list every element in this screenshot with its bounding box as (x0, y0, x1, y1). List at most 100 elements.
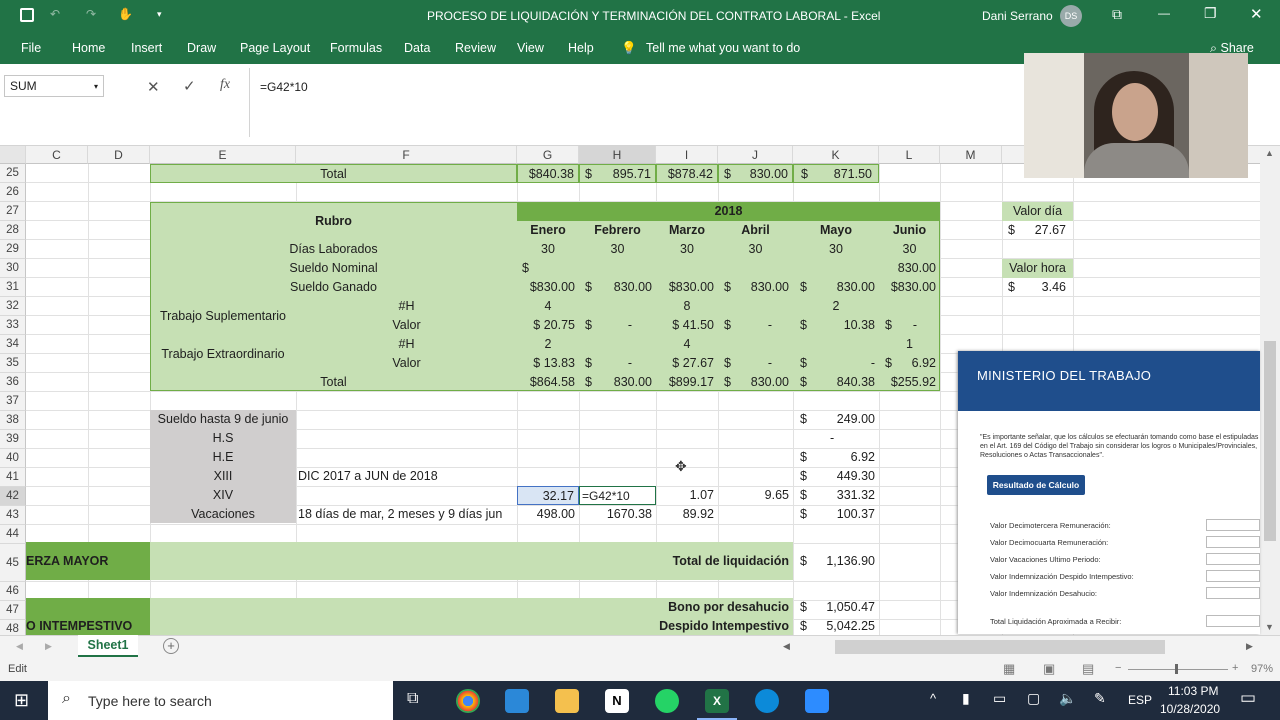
row-header[interactable]: 33 (0, 316, 26, 335)
volume-icon[interactable]: 🔈 (1059, 690, 1076, 707)
cell[interactable]: 1,136.90 (815, 542, 879, 580)
add-sheet-icon[interactable]: + (163, 638, 179, 654)
cell[interactable]: $ (800, 316, 812, 335)
cell[interactable]: $ (800, 410, 812, 429)
cell[interactable]: 1670.38 (579, 505, 656, 524)
row-header[interactable]: 32 (0, 297, 26, 316)
row-label[interactable]: H.S (150, 429, 296, 448)
cell[interactable]: $ (585, 316, 597, 335)
col-header[interactable]: H (579, 146, 656, 164)
cell[interactable]: 30 (517, 240, 579, 259)
cell[interactable]: $899.17 (656, 373, 718, 392)
bono-label[interactable]: Bono por desahucio (600, 598, 793, 617)
cell[interactable]: 830.00 (600, 278, 656, 297)
close-icon[interactable]: ✕ (1250, 5, 1263, 23)
cell[interactable]: 27.67 (1020, 221, 1070, 240)
row-header[interactable]: 30 (0, 259, 26, 278)
cell[interactable]: 2 (793, 297, 879, 316)
cell[interactable]: - (620, 316, 640, 335)
cell[interactable]: $ (885, 316, 897, 335)
cell[interactable]: $864.58 (517, 373, 579, 392)
row-header[interactable]: 45 (0, 544, 26, 582)
cell[interactable]: 331.32 (815, 486, 879, 505)
cell[interactable]: $ (800, 467, 812, 486)
zoom-out-icon[interactable]: − (1115, 662, 1121, 674)
col-header[interactable]: G (517, 146, 579, 164)
row-header[interactable]: 27 (0, 202, 26, 221)
excel-icon[interactable]: X (705, 689, 729, 713)
valor-label[interactable]: Valor (296, 316, 517, 335)
row-header[interactable]: 40 (0, 449, 26, 468)
row-label[interactable]: H.E (150, 448, 296, 467)
total-label[interactable]: Total (150, 373, 517, 392)
mail-icon[interactable] (505, 689, 529, 713)
cell[interactable]: $895.71 (579, 164, 656, 183)
col-header[interactable]: D (88, 146, 150, 164)
cell[interactable]: $ (800, 373, 812, 392)
cell[interactable]: 9.65 (718, 486, 793, 505)
cell[interactable]: $ 27.67 (656, 354, 718, 373)
cell[interactable]: 4 (656, 335, 718, 354)
cell[interactable]: 30 (579, 240, 656, 259)
cell[interactable]: 3.46 (1020, 278, 1070, 297)
row-header[interactable]: 34 (0, 335, 26, 354)
hours-label[interactable]: #H (296, 297, 517, 316)
tab-home[interactable]: Home (72, 41, 105, 55)
cell[interactable]: $830.00 (517, 278, 579, 297)
row-header[interactable]: 42 (0, 487, 26, 506)
col-header[interactable]: J (718, 146, 793, 164)
enter-icon[interactable]: ✓ (183, 77, 196, 95)
vertical-scrollbar[interactable]: ▲ ▼ (1260, 146, 1280, 635)
tab-data[interactable]: Data (404, 41, 430, 55)
cell[interactable]: $ (1008, 221, 1020, 240)
avatar[interactable]: DS (1060, 5, 1082, 27)
valor-hora-label[interactable]: Valor hora (1002, 259, 1073, 278)
cell[interactable]: 830.00 (600, 373, 656, 392)
total-liquidacion-label[interactable]: Total de liquidación (600, 542, 793, 580)
row-header[interactable]: 44 (0, 525, 26, 544)
cell[interactable]: $830.00 (879, 278, 940, 297)
row-header[interactable]: 36 (0, 373, 26, 392)
battery-icon[interactable]: ▭ (993, 690, 1006, 707)
cell[interactable]: 30 (718, 240, 793, 259)
chrome-icon[interactable] (456, 689, 480, 713)
scroll-right-icon[interactable]: ▶ (1246, 641, 1253, 652)
cell[interactable]: $ (585, 278, 597, 297)
valor-dia-label[interactable]: Valor día (1002, 202, 1073, 221)
trabajo-suplementario-label[interactable]: Trabajo Suplementario (150, 297, 296, 335)
active-cell-h42[interactable]: =G42*10 (579, 486, 656, 505)
cell[interactable]: 2 (517, 335, 579, 354)
cell[interactable]: $ (800, 598, 812, 617)
cell[interactable]: 449.30 (815, 467, 879, 486)
row-header[interactable]: 48 (0, 620, 26, 635)
cell[interactable]: 30 (656, 240, 718, 259)
cell[interactable]: 830.00 (815, 278, 879, 297)
sueldo-nominal-label[interactable]: Sueldo Nominal (150, 259, 517, 278)
resultado-button[interactable]: Resultado de Cálculo (987, 475, 1085, 495)
cell[interactable]: 1 (879, 335, 940, 354)
cell[interactable]: - (620, 354, 640, 373)
cell[interactable]: $871.50 (793, 164, 879, 183)
intempestivo-label[interactable]: O INTEMPESTIVO (26, 617, 150, 635)
chevron-down-icon[interactable]: ▾ (94, 82, 98, 91)
taskbar-search[interactable]: ⌕ Type here to search (48, 681, 393, 720)
tab-formulas[interactable]: Formulas (330, 41, 382, 55)
cell[interactable]: $ (800, 486, 812, 505)
windows-start-icon[interactable]: ⊞ (14, 690, 29, 711)
pen-icon[interactable]: ✎ (1094, 690, 1106, 707)
col-header[interactable]: I (656, 146, 718, 164)
month-header[interactable]: Abril (718, 221, 793, 240)
row-label[interactable]: Sueldo hasta 9 de junio (150, 410, 296, 429)
cell[interactable]: 830.00 (738, 373, 793, 392)
col-header[interactable]: F (296, 146, 517, 164)
redo-icon[interactable]: ↷ (86, 7, 96, 21)
result-field[interactable] (1206, 519, 1260, 531)
month-header[interactable]: Marzo (656, 221, 718, 240)
usb-icon[interactable]: ▮ (962, 690, 970, 707)
row-header[interactable]: 47 (0, 601, 26, 620)
cell[interactable]: $ (800, 278, 812, 297)
scroll-up-icon[interactable]: ▲ (1265, 148, 1274, 158)
row-header[interactable]: 35 (0, 354, 26, 373)
trabajo-extraordinario-label[interactable]: Trabajo Extraordinario (150, 335, 296, 373)
cell[interactable]: 1.07 (656, 486, 718, 505)
